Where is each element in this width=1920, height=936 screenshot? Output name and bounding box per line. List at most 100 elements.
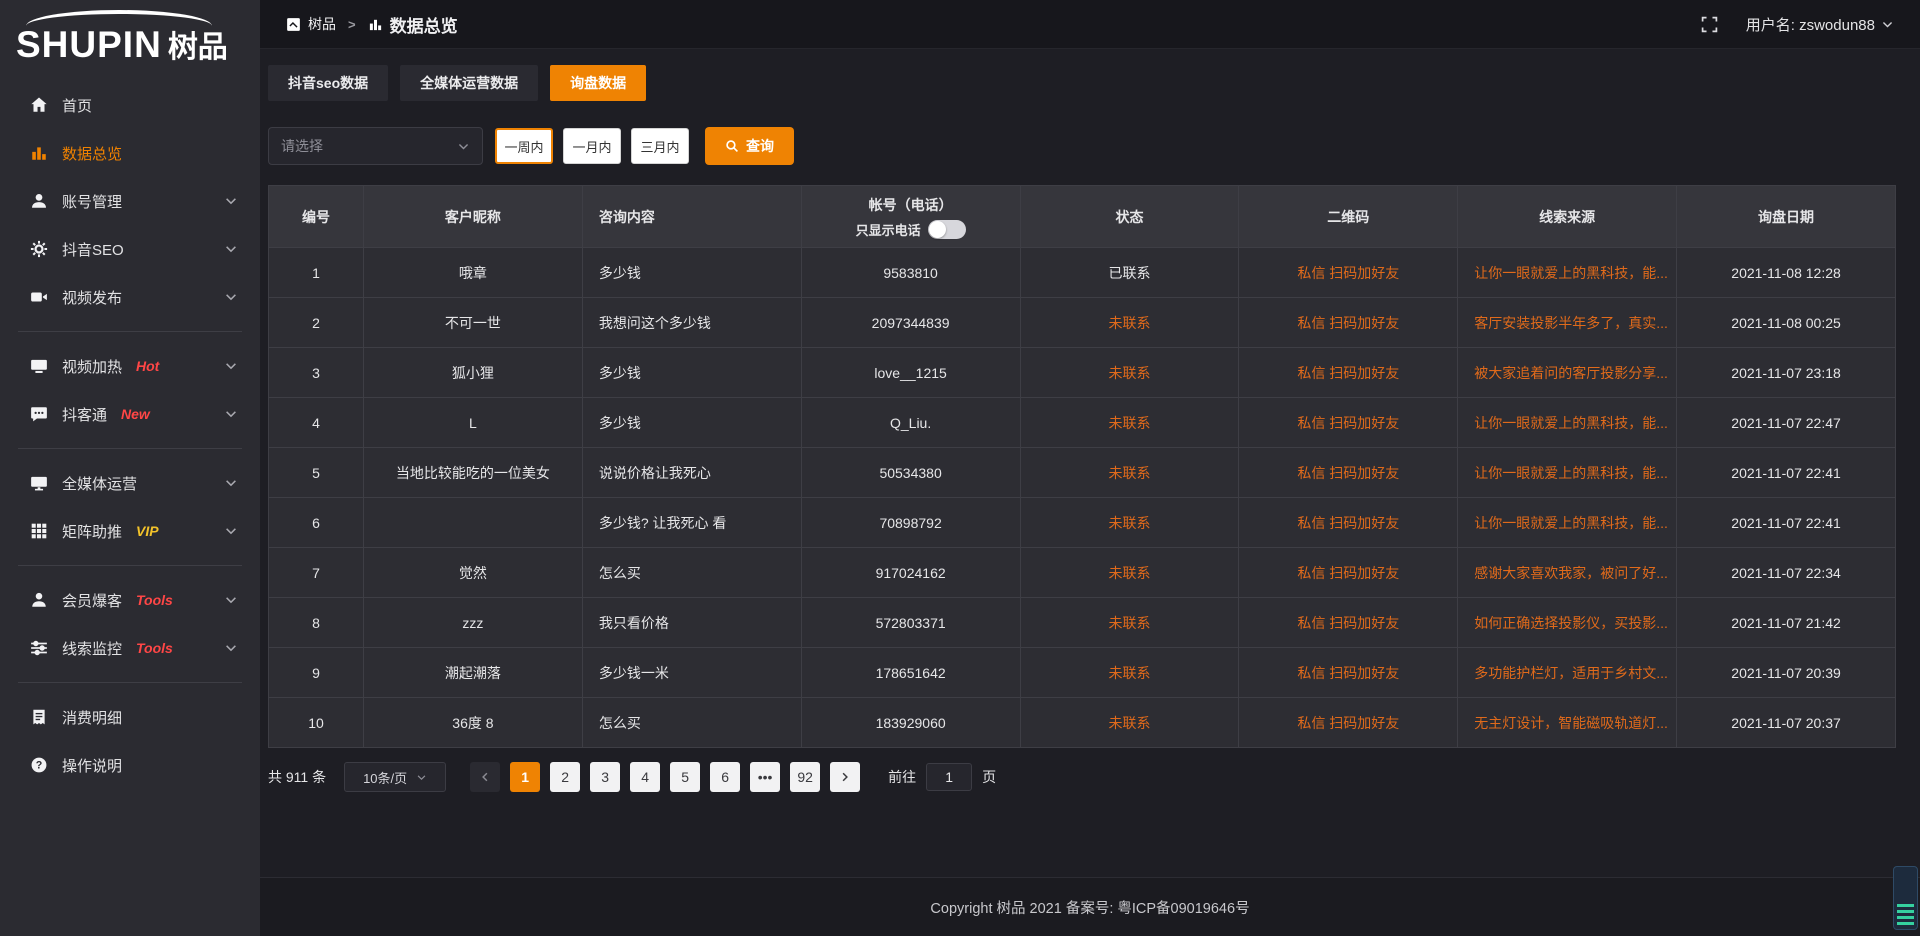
- monitor-icon: [30, 357, 48, 375]
- cell-qrcode[interactable]: 私信 扫码加好友: [1239, 498, 1458, 548]
- cell-status: 未联系: [1020, 298, 1239, 348]
- page-button-6[interactable]: 6: [710, 762, 740, 792]
- sidebar-item-consume-detail[interactable]: 消费明细: [0, 693, 260, 741]
- page-size-label: 10条/页: [363, 768, 407, 787]
- tab-media-ops-data[interactable]: 全媒体运营数据: [400, 65, 538, 101]
- goto-page-input[interactable]: [926, 763, 972, 791]
- cell-account: Q_Liu.: [801, 398, 1020, 448]
- cell-content: 多少钱: [582, 348, 801, 398]
- cell-qrcode[interactable]: 私信 扫码加好友: [1239, 648, 1458, 698]
- sidebar-item-member-baoke[interactable]: 会员爆客Tools: [0, 576, 260, 624]
- period-button-0[interactable]: 一周内: [495, 128, 553, 164]
- cell-qrcode[interactable]: 私信 扫码加好友: [1239, 448, 1458, 498]
- chevron-down-icon: [457, 140, 470, 153]
- prev-page-button[interactable]: [470, 762, 500, 792]
- sidebar-item-label: 数据总览: [62, 143, 122, 164]
- cell-content: 我想问这个多少钱: [582, 298, 801, 348]
- cell-source[interactable]: 无主灯设计，智能磁吸轨道灯...: [1458, 698, 1677, 748]
- cell-qrcode[interactable]: 私信 扫码加好友: [1239, 548, 1458, 598]
- tab-douyin-seo-data[interactable]: 抖音seo数据: [268, 65, 388, 101]
- sidebar-item-douyin-seo[interactable]: 抖音SEO: [0, 225, 260, 273]
- column-header-5: 二维码: [1239, 186, 1458, 248]
- cell-account: 917024162: [801, 548, 1020, 598]
- period-button-1[interactable]: 一月内: [563, 128, 621, 164]
- table-row: 2不可一世我想问这个多少钱2097344839未联系私信 扫码加好友客厅安装投影…: [269, 298, 1896, 348]
- cell-content: 多少钱一米: [582, 648, 801, 698]
- cell-qrcode[interactable]: 私信 扫码加好友: [1239, 248, 1458, 298]
- more-pages-button[interactable]: •••: [750, 762, 780, 792]
- cell-source[interactable]: 让你一眼就爱上的黑科技，能...: [1458, 498, 1677, 548]
- sidebar-item-clue-monitor[interactable]: 线索监控Tools: [0, 624, 260, 672]
- sidebar-item-home[interactable]: 首页: [0, 81, 260, 129]
- breadcrumb-item-current: 数据总览: [368, 12, 458, 37]
- page-title: 数据总览: [390, 12, 458, 37]
- user-menu[interactable]: 用户名: zswodun88: [1746, 14, 1894, 35]
- table-row: 6多少钱? 让我死心 看70898792未联系私信 扫码加好友让你一眼就爱上的黑…: [269, 498, 1896, 548]
- sidebar-item-douketong[interactable]: 抖客通New: [0, 390, 260, 438]
- page-button-5[interactable]: 5: [670, 762, 700, 792]
- cell-date: 2021-11-07 22:47: [1677, 398, 1896, 448]
- breadcrumb-item-home[interactable]: 树品: [286, 14, 336, 34]
- cell-content: 多少钱? 让我死心 看: [582, 498, 801, 548]
- cell-source[interactable]: 让你一眼就爱上的黑科技，能...: [1458, 248, 1677, 298]
- cell-source[interactable]: 让你一眼就爱上的黑科技，能...: [1458, 448, 1677, 498]
- cell-status: 未联系: [1020, 648, 1239, 698]
- cell-date: 2021-11-07 20:39: [1677, 648, 1896, 698]
- sidebar-item-media-ops[interactable]: 全媒体运营: [0, 459, 260, 507]
- sidebar-item-matrix-boost[interactable]: 矩阵助推VIP: [0, 507, 260, 555]
- pagination: 共 911 条10条/页123456•••92前往页: [268, 762, 1896, 792]
- cell-source[interactable]: 感谢大家喜欢我家，被问了好...: [1458, 548, 1677, 598]
- phone-only-toggle[interactable]: [928, 220, 966, 239]
- fullscreen-icon[interactable]: [1701, 16, 1718, 33]
- chevron-down-icon: [224, 407, 238, 421]
- cell-qrcode[interactable]: 私信 扫码加好友: [1239, 698, 1458, 748]
- cell-account: love__1215: [801, 348, 1020, 398]
- username-label: 用户名: zswodun88: [1746, 14, 1875, 35]
- chevron-down-icon: [224, 476, 238, 490]
- sidebar-item-data-overview[interactable]: 数据总览: [0, 129, 260, 177]
- svg-text:?: ?: [36, 760, 43, 772]
- phone-only-label: 只显示电话: [856, 220, 921, 239]
- column-header-2: 咨询内容: [582, 186, 801, 248]
- sidebar-item-account-manage[interactable]: 账号管理: [0, 177, 260, 225]
- widget-stripes: [1897, 904, 1914, 926]
- cell-qrcode[interactable]: 私信 扫码加好友: [1239, 398, 1458, 448]
- cell-source[interactable]: 多功能护栏灯，适用于乡村文...: [1458, 648, 1677, 698]
- page-button-1[interactable]: 1: [510, 762, 540, 792]
- cell-qrcode[interactable]: 私信 扫码加好友: [1239, 598, 1458, 648]
- logo-brand-en: SHUPIN: [16, 26, 162, 63]
- sidebar-item-video-heat[interactable]: 视频加热Hot: [0, 342, 260, 390]
- cell-nickname: 36度 8: [364, 698, 583, 748]
- search-button[interactable]: 查询: [705, 127, 794, 165]
- cell-status: 未联系: [1020, 348, 1239, 398]
- page-button-2[interactable]: 2: [550, 762, 580, 792]
- sidebar-item-label: 矩阵助推: [62, 521, 122, 542]
- page-button-4[interactable]: 4: [630, 762, 660, 792]
- page-button-92[interactable]: 92: [790, 762, 820, 792]
- sidebar-item-video-publish[interactable]: 视频发布: [0, 273, 260, 321]
- cell-source[interactable]: 如何正确选择投影仪，买投影...: [1458, 598, 1677, 648]
- page-size-select[interactable]: 10条/页: [344, 762, 446, 792]
- sidebar-item-help[interactable]: ?操作说明: [0, 741, 260, 789]
- cell-source[interactable]: 被大家追着问的客厅投影分享...: [1458, 348, 1677, 398]
- period-button-2[interactable]: 三月内: [631, 128, 689, 164]
- tab-inquiry-data[interactable]: 询盘数据: [550, 65, 646, 101]
- sidebar-item-badge: Tools: [136, 592, 173, 608]
- sidebar-item-label: 线索监控: [62, 638, 122, 659]
- logo[interactable]: SHUPIN 树品: [0, 0, 260, 67]
- cell-content: 多少钱: [582, 248, 801, 298]
- cell-qrcode[interactable]: 私信 扫码加好友: [1239, 298, 1458, 348]
- content: 抖音seo数据全媒体运营数据询盘数据 请选择 一周内一月内三月内 查询 编号客户…: [260, 49, 1920, 877]
- next-page-button[interactable]: [830, 762, 860, 792]
- cell-account: 70898792: [801, 498, 1020, 548]
- cell-source[interactable]: 让你一眼就爱上的黑科技，能...: [1458, 398, 1677, 448]
- cell-id: 4: [269, 398, 364, 448]
- cell-qrcode[interactable]: 私信 扫码加好友: [1239, 348, 1458, 398]
- page-button-3[interactable]: 3: [590, 762, 620, 792]
- filter-select[interactable]: 请选择: [268, 127, 483, 165]
- period-buttons: 一周内一月内三月内: [495, 128, 689, 164]
- cell-account: 183929060: [801, 698, 1020, 748]
- cell-source[interactable]: 客厅安装投影半年多了，真实...: [1458, 298, 1677, 348]
- breadcrumb-label: 树品: [308, 14, 336, 34]
- floating-widget[interactable]: [1893, 866, 1918, 930]
